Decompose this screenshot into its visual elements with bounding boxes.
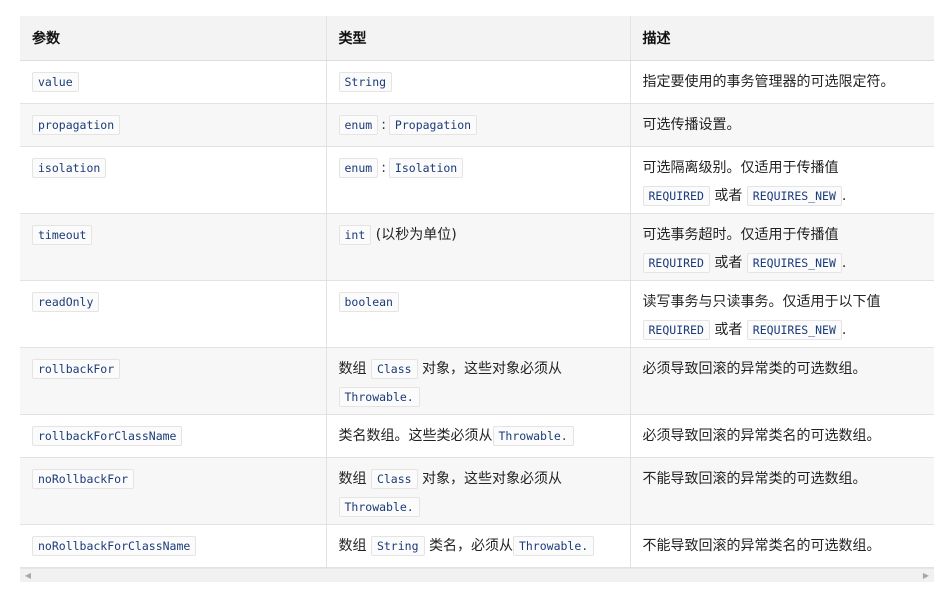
type-text: (以秒为单位) [375, 227, 457, 243]
type-text: 对象，这些对象必须从 [422, 361, 563, 377]
type-code: Class [370, 469, 418, 489]
param-cell: noRollbackForClassName [20, 524, 326, 568]
table-row: noRollbackFor 数组 Class 对象，这些对象必须从 Throwab… [20, 457, 934, 525]
desc-text: 可选隔离级别。仅适用于传播值 [642, 160, 839, 176]
type-code: enum [338, 115, 379, 135]
type-cell: enum: Propagation [325, 103, 630, 147]
param-cell: propagation [20, 103, 326, 147]
type-code: Throwable. [338, 497, 420, 517]
table-row: rollbackFor 数组 Class 对象，这些对象必须从 Throwable… [20, 347, 934, 415]
desc-line2: REQUIRED 或者 REQUIRES_NEW. [642, 319, 923, 341]
param-cell: timeout [20, 213, 326, 281]
type-code: boolean [338, 292, 399, 312]
param-code: noRollbackForClassName [32, 536, 197, 556]
desc-cell: 必须导致回滚的异常类的可选数组。 [629, 347, 934, 415]
horizontal-scrollbar[interactable]: ◀ ▶ [20, 568, 934, 582]
table-container: 参数 类型 描述 value String 指定要使用的事务管理器的可选限定符。… [20, 16, 934, 568]
table-row: readOnly boolean 读写事务与只读事务。仅适用于以下值 REQUIR… [20, 280, 934, 348]
desc-code: REQUIRES_NEW [746, 253, 842, 273]
header-param: 参数 [20, 16, 326, 61]
type-text: 对象，这些对象必须从 [422, 471, 563, 487]
table-row: value String 指定要使用的事务管理器的可选限定符。 [20, 60, 934, 104]
table-header-row: 参数 类型 描述 [20, 16, 934, 61]
type-code: Throwable. [338, 387, 420, 407]
type-code: enum [338, 158, 379, 178]
param-code: propagation [32, 115, 121, 135]
param-cell: rollbackFor [20, 347, 326, 415]
desc-end: . [841, 322, 847, 338]
table-row: timeout int (以秒为单位) 可选事务超时。仅适用于传播值 REQUIR… [20, 213, 934, 281]
type-cell: 数组 String 类名，必须从 Throwable. [325, 524, 630, 568]
param-code: readOnly [32, 292, 100, 312]
desc-or: 或者 [714, 255, 743, 271]
type-cell: 数组 Class 对象，这些对象必须从 Throwable. [325, 347, 630, 415]
type-code: String [338, 72, 393, 92]
type-cell: boolean [325, 280, 630, 348]
type-code: Isolation [388, 158, 464, 178]
type-code: String [370, 536, 425, 556]
param-code: noRollbackFor [32, 469, 135, 489]
desc-cell: 可选隔离级别。仅适用于传播值 REQUIRED 或者 REQUIRES_NEW. [629, 146, 934, 214]
desc-code: REQUIRED [642, 320, 710, 340]
desc-cell: 可选传播设置。 [629, 103, 934, 147]
type-code: Throwable. [492, 426, 574, 446]
desc-text: 可选事务超时。仅适用于传播值 [642, 227, 839, 243]
desc-or: 或者 [714, 322, 743, 338]
type-text: 数组 [338, 361, 367, 377]
param-cell: rollbackForClassName [20, 414, 326, 458]
param-code: rollbackFor [32, 359, 121, 379]
desc-cell: 可选事务超时。仅适用于传播值 REQUIRED 或者 REQUIRES_NEW. [629, 213, 934, 281]
type-separator: : [381, 117, 386, 133]
type-code: Throwable. [512, 536, 595, 556]
type-text: 数组 [338, 471, 367, 487]
params-table: 参数 类型 描述 value String 指定要使用的事务管理器的可选限定符。… [20, 16, 934, 568]
type-separator: : [381, 160, 386, 176]
desc-cell: 必须导致回滚的异常类名的可选数组。 [629, 414, 934, 458]
desc-code: REQUIRES_NEW [746, 186, 842, 206]
param-code: rollbackForClassName [32, 426, 183, 446]
desc-end: . [841, 188, 847, 204]
type-code: Propagation [388, 115, 478, 135]
desc-code: REQUIRES_NEW [746, 320, 842, 340]
type-text: 数组 [338, 538, 367, 554]
table-row: propagation enum: Propagation 可选传播设置。 [20, 103, 934, 147]
desc-cell: 不能导致回滚的异常类的可选数组。 [629, 457, 934, 525]
desc-line2: REQUIRED 或者 REQUIRES_NEW. [642, 252, 923, 274]
type-line2: Throwable. [338, 386, 618, 408]
type-cell: 数组 Class 对象，这些对象必须从 Throwable. [325, 457, 630, 525]
desc-text: 读写事务与只读事务。仅适用于以下值 [642, 294, 881, 310]
desc-cell: 不能导致回滚的异常类名的可选数组。 [629, 524, 934, 568]
param-cell: isolation [20, 146, 326, 214]
triangle-right-icon[interactable]: ▶ [920, 570, 932, 581]
param-code: isolation [32, 158, 107, 178]
param-cell: readOnly [20, 280, 326, 348]
table-row: noRollbackForClassName 数组 String 类名，必须从 T… [20, 524, 934, 568]
type-code: Class [370, 359, 418, 379]
desc-end: . [841, 255, 847, 271]
type-code: int [338, 225, 372, 245]
type-cell: String [325, 60, 630, 104]
header-desc: 描述 [629, 16, 934, 61]
table-row: rollbackForClassName 类名数组。这些类必须从 Throwabl… [20, 414, 934, 458]
type-line2: Throwable. [338, 496, 618, 518]
desc-or: 或者 [714, 188, 743, 204]
desc-code: REQUIRED [642, 253, 710, 273]
type-cell: 类名数组。这些类必须从 Throwable. [325, 414, 630, 458]
type-cell: enum: Isolation [325, 146, 630, 214]
type-text: 类名数组。这些类必须从 [338, 428, 493, 444]
desc-code: REQUIRED [642, 186, 710, 206]
param-code: timeout [32, 225, 93, 245]
param-code: value [32, 72, 79, 92]
type-cell: int (以秒为单位) [325, 213, 630, 281]
triangle-left-icon[interactable]: ◀ [22, 570, 34, 581]
desc-line2: REQUIRED 或者 REQUIRES_NEW. [642, 185, 923, 207]
header-type: 类型 [325, 16, 630, 61]
desc-cell: 指定要使用的事务管理器的可选限定符。 [629, 60, 934, 104]
type-text: 类名，必须从 [428, 538, 513, 554]
desc-cell: 读写事务与只读事务。仅适用于以下值 REQUIRED 或者 REQUIRES_NE… [629, 280, 934, 348]
param-cell: noRollbackFor [20, 457, 326, 525]
table-row: isolation enum: Isolation 可选隔离级别。仅适用于传播值 R… [20, 146, 934, 214]
param-cell: value [20, 60, 326, 104]
